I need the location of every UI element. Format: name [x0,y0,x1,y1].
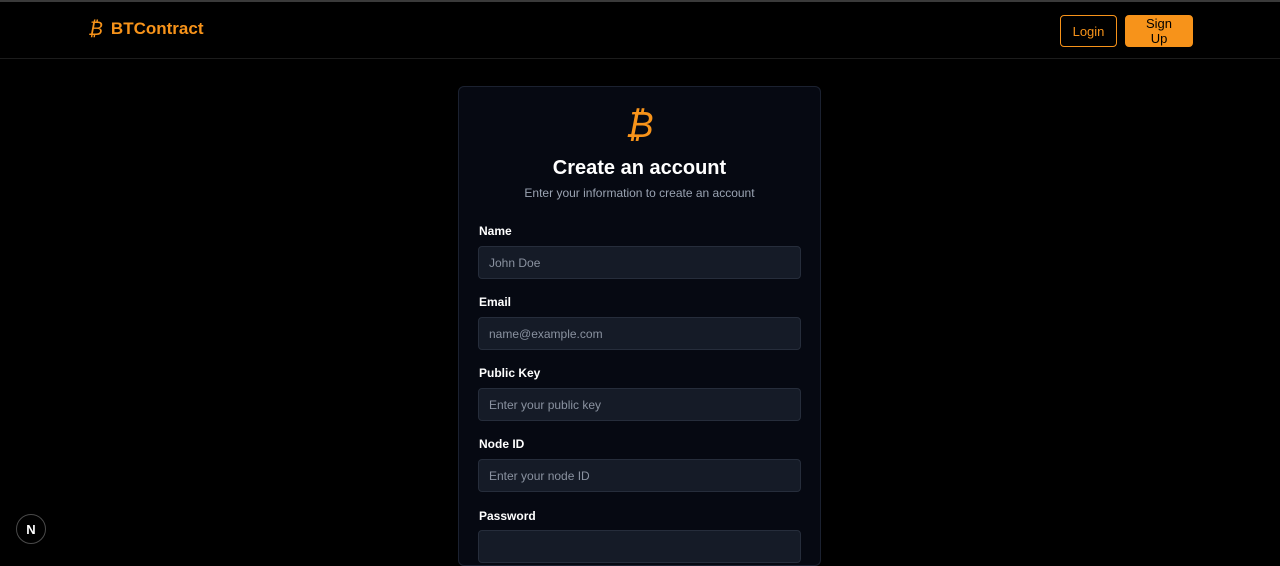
navbar: ₿ BTContract Login Sign Up [0,2,1280,59]
node-id-input[interactable] [478,459,801,492]
brand-link[interactable]: ₿ BTContract [88,19,203,39]
public-key-input[interactable] [478,388,801,421]
brand-name: BTContract [110,19,204,38]
node-id-label: Node ID [479,437,525,451]
bitcoin-icon: ₿ [88,18,103,40]
nextjs-icon[interactable]: N [16,514,46,544]
signup-card: ₿ Create an account Enter your informati… [458,86,821,566]
name-label: Name [479,224,512,238]
login-button[interactable]: Login [1060,15,1117,47]
password-input[interactable] [478,530,801,563]
nav-actions: Login Sign Up [1060,15,1193,47]
password-label: Password [479,509,536,523]
email-input[interactable] [478,317,801,350]
form-title: Create an account [552,157,727,179]
public-key-label: Public Key [479,366,541,380]
bitcoin-icon: ₿ [625,104,654,145]
form-subtitle: Enter your information to create an acco… [524,186,755,200]
email-label: Email [479,295,512,309]
name-input[interactable] [478,246,801,279]
signup-button[interactable]: Sign Up [1125,15,1193,47]
